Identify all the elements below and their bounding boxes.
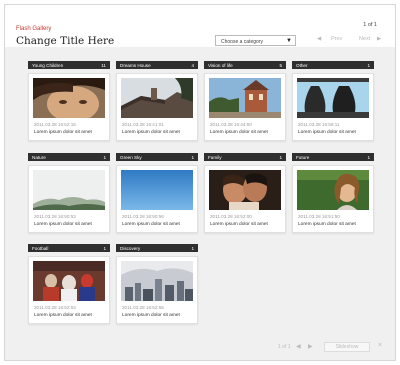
child-face-image[interactable] [33,78,105,118]
gallery-card[interactable]: Young Children 11 2011.03.28 16:52:15 Lo… [28,61,110,141]
category-bar: Discovery 1 [116,244,198,252]
category-count: 4 [191,62,194,68]
page-title: Change Title Here [16,35,115,47]
category-count: 11 [101,62,106,68]
house-roof-image[interactable] [121,78,193,118]
category-name: Future [296,154,310,160]
category-bar: Other 1 [292,61,374,69]
caption: Lorem ipsum dolor sit amet [210,222,268,227]
category-count: 1 [367,154,370,160]
category-bar: Football 1 [28,244,110,252]
thumbnail-card[interactable]: 2011.03.28 16:51:50 Lorem ipsum dolor si… [292,165,374,233]
caption: Lorem ipsum dolor sit amet [34,313,92,318]
football-match-image[interactable] [33,261,105,301]
caption: Lorem ipsum dolor sit amet [34,130,92,135]
timestamp: 2011.03.28 16:59:11 [298,122,340,127]
gallery-footer: 1 of 1 ◀ ▶ Slideshow × [0,340,400,360]
thumbnail-card[interactable]: 2011.03.28 16:52:55 Lorem ipsum dolor si… [116,256,198,324]
girl-field-image[interactable] [297,170,369,210]
footer-prev-icon[interactable]: ◀ [296,343,301,350]
category-name: Vision of life [208,62,233,68]
category-name: Other [296,62,308,68]
slideshow-button[interactable]: Slideshow [324,342,370,352]
blue-sky-image[interactable] [121,170,193,210]
gallery-card[interactable]: Discovery 1 2011.03.28 16:52:55 Lorem ip… [116,244,198,324]
gallery-card[interactable]: Dreams House 4 2011.03.28 16:41:01 Lorem… [116,61,198,141]
caption: Lorem ipsum dolor sit amet [298,130,356,135]
gallery-header: Flash Gallery Change Title Here 1 of 1 C… [5,5,395,47]
category-bar: Nature 1 [28,153,110,161]
timestamp: 2011.03.28 16:52:00 [210,214,252,219]
timestamp: 2011.03.28 16:44:50 [210,122,252,127]
thumbnail-card[interactable]: 2011.03.28 16:41:01 Lorem ipsum dolor si… [116,73,198,141]
next-button[interactable]: Next [359,36,370,42]
gallery-card[interactable]: Nature 1 2011.03.28 16:50:53 Lorem ipsum… [28,153,110,233]
category-bar: Green Sky 1 [116,153,198,161]
brand-label: Flash Gallery [16,26,52,32]
category-select[interactable]: Choose a category ▼ [215,35,296,46]
prev-arrow-icon[interactable]: ◀ [317,36,321,42]
category-name: Young Children [32,62,64,68]
category-bar: Dreams House 4 [116,61,198,69]
timestamp: 2011.03.28 16:41:01 [122,122,164,127]
caret-down-icon: ▼ [286,38,292,44]
category-name: Family [208,154,222,160]
thumbnail-card[interactable]: 2011.03.28 16:44:50 Lorem ipsum dolor si… [204,73,286,141]
category-bar: Family 1 [204,153,286,161]
caption: Lorem ipsum dolor sit amet [122,313,180,318]
category-count: 1 [191,154,194,160]
town-building-image[interactable] [209,78,281,118]
footer-next-icon[interactable]: ▶ [308,343,313,350]
gallery-card[interactable]: Football 1 2011.03.28 16:52:03 Lorem ips… [28,244,110,324]
caption: Lorem ipsum dolor sit amet [210,130,268,135]
close-icon[interactable]: × [378,342,382,349]
city-skyline-image[interactable] [121,261,193,301]
category-name: Discovery [120,245,141,251]
timestamp: 2011.03.28 16:52:03 [34,305,76,310]
thumbnail-card[interactable]: 2011.03.28 16:50:53 Lorem ipsum dolor si… [28,165,110,233]
caption: Lorem ipsum dolor sit amet [298,222,356,227]
thumbnail-card[interactable]: 2011.03.28 16:52:03 Lorem ipsum dolor si… [28,256,110,324]
category-name: Nature [32,154,46,160]
caption: Lorem ipsum dolor sit amet [122,222,180,227]
category-name: Dreams House [120,62,151,68]
category-count: 1 [103,245,106,251]
category-select-value: Choose a category [221,38,263,45]
gallery-card[interactable]: Vision of life 5 2011.03.28 16:44:50 Lor… [204,61,286,141]
timestamp: 2011.03.28 16:52:15 [34,122,76,127]
gallery-card[interactable]: Future 1 2011.03.28 16:51:50 Lorem ipsum… [292,153,374,233]
category-count: 1 [367,62,370,68]
thumbnail-card[interactable]: 2011.03.28 16:52:15 Lorem ipsum dolor si… [28,73,110,141]
bells-image[interactable] [297,78,369,118]
prev-button[interactable]: Prev [331,36,342,42]
category-count: 5 [279,62,282,68]
couple-kiss-image[interactable] [209,170,281,210]
gallery-card[interactable]: Family 1 2011.03.28 16:52:00 Lorem ipsum… [204,153,286,233]
category-count: 1 [103,154,106,160]
timestamp: 2011.03.28 16:50:56 [122,214,164,219]
caption: Lorem ipsum dolor sit amet [34,222,92,227]
category-name: Green Sky [120,154,142,160]
category-bar: Future 1 [292,153,374,161]
category-count: 1 [279,154,282,160]
gallery-card[interactable]: Other 1 2011.03.28 16:59:11 Lorem ipsum … [292,61,374,141]
category-name: Football [32,245,49,251]
timestamp: 2011.03.28 16:50:53 [34,214,76,219]
next-arrow-icon[interactable]: ▶ [377,36,381,42]
thumbnail-card[interactable]: 2011.03.28 16:52:00 Lorem ipsum dolor si… [204,165,286,233]
misty-mountains-image[interactable] [33,170,105,210]
thumbnail-card[interactable]: 2011.03.28 16:50:56 Lorem ipsum dolor si… [116,165,198,233]
footer-page-counter: 1 of 1 [278,344,291,350]
timestamp: 2011.03.28 16:51:50 [298,214,340,219]
category-bar: Vision of life 5 [204,61,286,69]
page-counter: 1 of 1 [363,22,377,28]
thumbnail-card[interactable]: 2011.03.28 16:59:11 Lorem ipsum dolor si… [292,73,374,141]
caption: Lorem ipsum dolor sit amet [122,130,180,135]
timestamp: 2011.03.28 16:52:55 [122,305,164,310]
category-bar: Young Children 11 [28,61,110,69]
gallery-card[interactable]: Green Sky 1 2011.03.28 16:50:56 Lorem ip… [116,153,198,233]
category-count: 1 [191,245,194,251]
